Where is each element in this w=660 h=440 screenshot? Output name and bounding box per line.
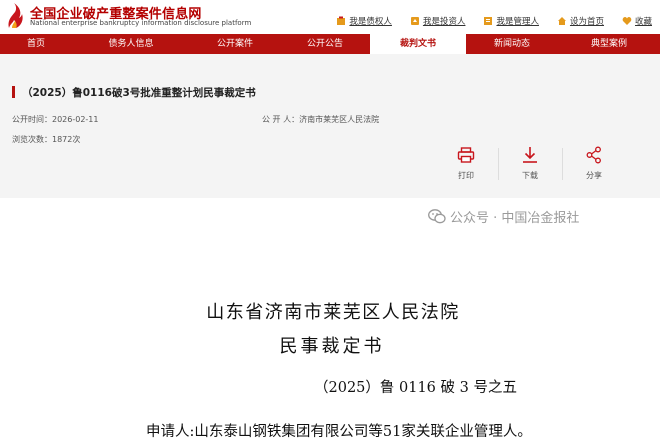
- document-title: （2025）鲁0116破3号批准重整计划民事裁定书: [22, 87, 256, 99]
- link-favorite[interactable]: 收藏: [622, 15, 652, 27]
- nav-public-announcements[interactable]: 公开公告: [280, 34, 370, 54]
- nav-public-cases[interactable]: 公开案件: [190, 34, 280, 54]
- watermark: 公众号 · 中国冶金报社: [428, 207, 579, 226]
- download-button[interactable]: 下载: [498, 146, 562, 188]
- nav-news[interactable]: 新闻动态: [466, 34, 558, 54]
- nav-debtor-info[interactable]: 债务人信息: [72, 34, 190, 54]
- publish-time: 公开时间：2026-02-11: [12, 115, 99, 124]
- administrator-icon: [484, 17, 493, 25]
- home-icon: [557, 17, 566, 25]
- link-set-home[interactable]: 设为首页: [557, 15, 604, 27]
- creditor-icon: [337, 16, 346, 25]
- print-button[interactable]: 打印: [434, 146, 498, 188]
- nav-home[interactable]: 首页: [0, 34, 72, 54]
- document-info-panel: （2025）鲁0116破3号批准重整计划民事裁定书 公开时间：2026-02-1…: [0, 54, 660, 198]
- document-type: 民事裁定书: [279, 336, 385, 357]
- link-administrator-label: 我是管理人: [496, 17, 539, 27]
- link-investor-label: 我是投资人: [422, 17, 466, 27]
- download-label: 下载: [522, 171, 538, 180]
- download-icon: [523, 147, 537, 163]
- link-creditor[interactable]: 我是债权人: [336, 15, 392, 27]
- logo-icon[interactable]: [6, 2, 24, 30]
- print-label: 打印: [458, 171, 474, 180]
- nav-judgments[interactable]: 裁判文书: [370, 34, 466, 54]
- main-nav: 首页 债务人信息 公开案件 公开公告 裁判文书 新闻动态 典型案例: [0, 34, 660, 54]
- applicant-line: 申请人:山东泰山钢铁集团有限公司等51家关联企业管理人。: [146, 424, 532, 440]
- link-set-home-label: 设为首页: [569, 17, 604, 27]
- view-count: 浏览次数：1872次: [12, 135, 81, 144]
- title-accent-bar: [12, 86, 15, 98]
- document-actions: 打印 下载 分享: [434, 146, 626, 188]
- watermark-text: 公众号 · 中国冶金报社: [450, 211, 580, 226]
- top-links: 我是债权人 我是投资人 我是管理人 设为首页 收藏: [318, 15, 652, 27]
- investor-icon: [410, 17, 419, 25]
- link-investor[interactable]: 我是投资人: [410, 15, 466, 27]
- site-subtitle: National enterprise bankruptcy informati…: [30, 19, 252, 27]
- court-name: 山东省济南市莱芜区人民法院: [206, 302, 460, 323]
- wechat-icon: [428, 209, 446, 224]
- share-label: 分享: [586, 171, 602, 180]
- printer-icon: [457, 147, 475, 163]
- heart-icon: [622, 17, 632, 25]
- nav-typical-cases[interactable]: 典型案例: [558, 34, 660, 54]
- link-administrator[interactable]: 我是管理人: [483, 15, 539, 27]
- site-header: 全国企业破产重整案件信息网 National enterprise bankru…: [0, 0, 660, 34]
- share-button[interactable]: 分享: [562, 146, 626, 188]
- document-body: 山东省济南市莱芜区人民法院 民事裁定书 （2025）鲁 0116 破 3 号之五…: [0, 198, 660, 440]
- publisher: 公 开 人：济南市莱芜区人民法院: [262, 115, 380, 124]
- case-number: （2025）鲁 0116 破 3 号之五: [314, 380, 517, 396]
- link-creditor-label: 我是债权人: [349, 17, 392, 27]
- link-favorite-label: 收藏: [634, 17, 652, 27]
- share-icon: [586, 146, 601, 164]
